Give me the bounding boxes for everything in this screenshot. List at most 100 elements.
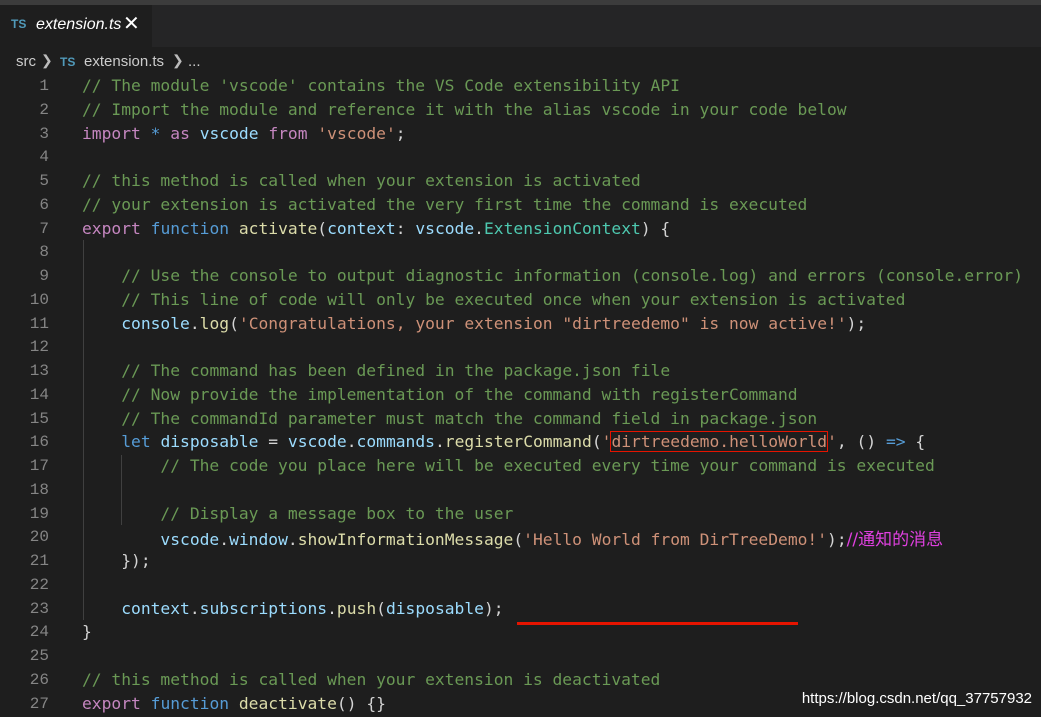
breadcrumb-file[interactable]: extension.ts [84,53,164,70]
line-number: 18 [29,480,49,499]
code-token: . [434,432,445,452]
code-text: // The commandId parameter must match th… [82,407,817,431]
highlighted-command-id: dirtreedemo.helloWorld [610,431,829,453]
code-line[interactable]: 13 // The command has been defined in th… [0,359,1041,383]
code-token: : [395,218,416,238]
code-text: // Import the module and reference it wi… [82,98,847,122]
code-token: as [170,123,190,143]
code-text: // Use the console to output diagnostic … [82,264,1023,288]
line-number: 27 [29,694,49,713]
code-token: function [150,218,230,238]
code-token: . [219,530,230,550]
code-line[interactable]: 15 // The commandId parameter must match… [0,407,1041,431]
code-token: ( [229,313,239,333]
code-token: { [905,432,926,452]
code-token: registerCommand [444,432,592,452]
code-token: commands [356,432,435,452]
breadcrumb-folder[interactable]: src [16,53,36,70]
code-token: // The module 'vscode' contains the VS C… [82,76,680,95]
code-token: => [885,432,906,452]
code-text: // this method is called when your exten… [82,169,641,193]
code-line[interactable]: 11 console.log('Congratulations, your ex… [0,312,1041,336]
code-text: } [82,620,92,644]
code-text: // This line of code will only be execut… [82,288,905,312]
code-token: . [287,530,298,550]
code-text: context.subscriptions.push(disposable); [82,597,503,621]
code-line[interactable]: 16 let disposable = vscode.commands.regi… [0,430,1041,454]
code-token: // your extension is activated the very … [82,194,808,214]
code-line[interactable]: 1 // The module 'vscode' contains the VS … [0,74,1041,98]
line-number: 26 [29,670,49,689]
code-line[interactable]: 8 [0,240,1041,264]
code-token: vscode [415,218,475,238]
code-token: // The code you place here will be execu… [160,456,935,475]
code-line[interactable]: 3 import * as vscode from 'vscode'; [0,122,1041,146]
code-line[interactable]: 2 // Import the module and reference it w… [0,98,1041,122]
code-token: let [121,432,151,452]
code-token: . [327,598,337,618]
code-token: ( [317,218,328,238]
code-line[interactable]: 19 // Display a message box to the user [0,502,1041,526]
code-line[interactable]: 12 [0,335,1041,359]
watermark: https://blog.csdn.net/qq_37757932 [801,690,1032,707]
close-icon[interactable]: ✕ [123,11,140,35]
code-line[interactable]: 21 }); [0,549,1041,573]
code-token: // The command has been defined in the p… [121,361,671,380]
code-text: // The command has been defined in the p… [82,359,670,383]
code-line[interactable]: 7 export function activate(context: vscod… [0,217,1041,241]
code-line[interactable]: 6 // your extension is activated the very… [0,193,1041,217]
code-text: let disposable = vscode.commands.registe… [82,430,925,454]
code-line[interactable]: 18 [0,478,1041,502]
code-text: export function deactivate() {} [82,692,386,716]
code-line[interactable]: 24} [0,620,1041,644]
code-line[interactable]: 5 // this method is called when your exte… [0,169,1041,193]
code-text: // this method is called when your exten… [82,668,660,692]
tab-extension-ts[interactable]: TS extension.ts ✕ [0,5,152,47]
code-text: // The code you place here will be execu… [82,454,935,478]
breadcrumb-more[interactable]: ... [188,53,201,70]
code-line[interactable]: 4 [0,145,1041,169]
code-line[interactable]: 10 // This line of code will only be exe… [0,288,1041,312]
code-line[interactable]: 25 [0,644,1041,668]
code-token: . [474,218,484,238]
code-token: } [82,622,92,642]
line-number: 20 [29,528,49,547]
code-token: ( [591,432,602,452]
code-token: * [150,123,161,143]
code-line[interactable]: 22 [0,573,1041,597]
line-number: 7 [39,219,49,238]
code-line[interactable]: 20 vscode.window.showInformationMessage(… [0,525,1041,550]
code-token: . [189,598,200,618]
code-token: window [229,530,288,550]
code-line[interactable]: 9 // Use the console to output diagnosti… [0,264,1041,288]
code-text: export function activate(context: vscode… [82,217,670,241]
code-line[interactable]: 14 // Now provide the implementation of … [0,383,1041,407]
line-number: 19 [29,504,49,523]
code-editor[interactable]: 1 // The module 'vscode' contains the VS … [0,74,1041,717]
code-token: // This line of code will only be execut… [121,289,906,309]
line-number: 13 [29,362,49,380]
code-line[interactable]: 26 // this method is called when your ext… [0,668,1041,692]
line-number: 2 [39,100,49,119]
code-line[interactable]: 23 context.subscriptions.push(disposable… [0,597,1041,621]
code-text: // your extension is activated the very … [82,193,807,217]
code-token: ExtensionContext [483,218,641,238]
code-token: 'Congratulations, your extension "dirtre… [238,313,847,333]
line-number: 5 [39,172,49,190]
code-token: }); [82,551,151,570]
code-token: // this method is called when your exten… [82,669,661,689]
code-token: 'vscode' [317,123,396,143]
line-number: 24 [29,623,49,642]
line-number: 25 [29,647,49,665]
code-line[interactable]: 17 // The code you place here will be ex… [0,454,1041,478]
